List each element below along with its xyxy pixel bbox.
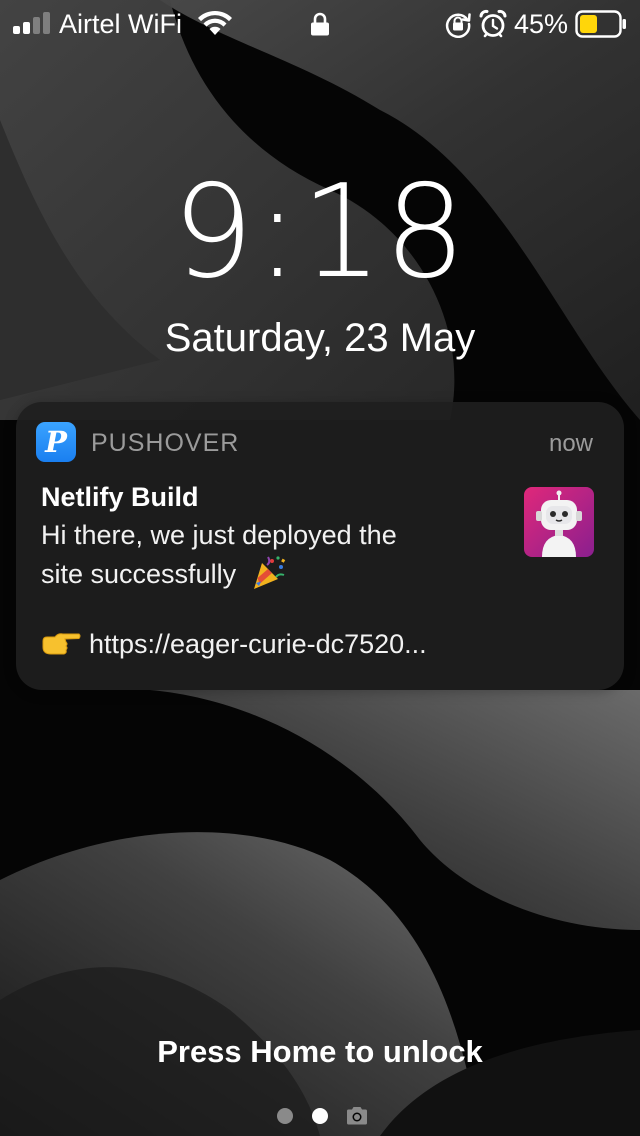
- notification-body-line: Hi there, we just deployed the: [41, 520, 397, 550]
- lockscreen-time: 9:18: [172, 158, 468, 307]
- pointing-hand-emoji: [42, 633, 81, 655]
- lockscreen-date: Saturday, 23 May: [164, 316, 476, 360]
- carrier-name: Airtel WiFi: [59, 9, 182, 39]
- notification-timestamp: now: [548, 430, 593, 457]
- cellular-signal-icon: [13, 12, 51, 34]
- notification-body: Hi there, we just deployed the site succ…: [41, 517, 521, 589]
- rotation-lock-icon: [445, 13, 471, 38]
- robot-avatar-image: [524, 487, 594, 557]
- wifi-icon: [198, 10, 232, 35]
- party-popper-emoji: [254, 556, 286, 589]
- alarm-clock-icon: [479, 9, 507, 38]
- notification-title: Netlify Build: [41, 482, 199, 512]
- notification-card[interactable]: P PUSHOVER now Netlify Build Hi there, w…: [16, 402, 624, 690]
- status-bar: Airtel WiFi 45%: [0, 0, 640, 48]
- notification-body-line-2: site successfully: [41, 553, 521, 589]
- battery-percentage: 45%: [514, 9, 569, 39]
- pushover-app-icon: P: [36, 422, 76, 462]
- notification-app-name: PUSHOVER: [91, 429, 240, 457]
- notification-link: https://eager-curie-dc7520...: [89, 629, 427, 659]
- notification-link-line[interactable]: https://eager-curie-dc7520...: [41, 626, 427, 662]
- unlock-hint: Press Home to unlock: [157, 1034, 483, 1069]
- notification-body-text: site successfully: [41, 559, 237, 589]
- camera-icon[interactable]: [345, 1106, 369, 1126]
- page-dot-2[interactable]: [312, 1108, 328, 1124]
- battery-icon: [575, 10, 626, 38]
- page-dot-1[interactable]: [277, 1108, 293, 1124]
- lock-icon: [311, 12, 329, 36]
- page-indicator: [0, 1104, 640, 1128]
